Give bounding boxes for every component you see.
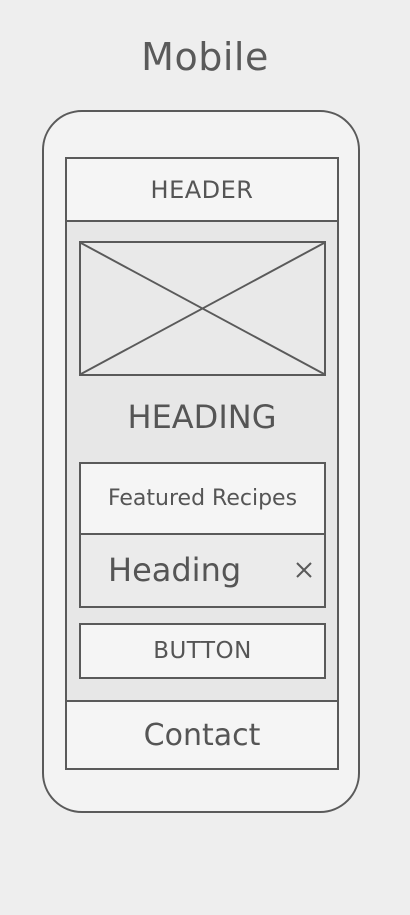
button-label: BUTTON	[153, 638, 252, 664]
footer-label: Contact	[143, 717, 261, 753]
footer-contact[interactable]: Contact	[67, 700, 337, 768]
close-icon[interactable]	[294, 560, 314, 580]
card-title: Featured Recipes	[81, 464, 324, 535]
image-placeholder-icon	[81, 243, 324, 374]
header-bar: HEADER	[67, 159, 337, 222]
header-label: HEADER	[150, 175, 254, 204]
image-placeholder	[79, 241, 326, 376]
page-title: Mobile	[141, 35, 269, 79]
primary-button[interactable]: BUTTON	[79, 623, 326, 679]
card-row-label: Heading	[108, 551, 242, 589]
featured-card: Featured Recipes Heading	[79, 462, 326, 608]
phone-screen: HEADER HEADING Featured Recipes Heading …	[65, 157, 339, 770]
card-row[interactable]: Heading	[81, 535, 324, 606]
heading: HEADING	[127, 398, 277, 436]
